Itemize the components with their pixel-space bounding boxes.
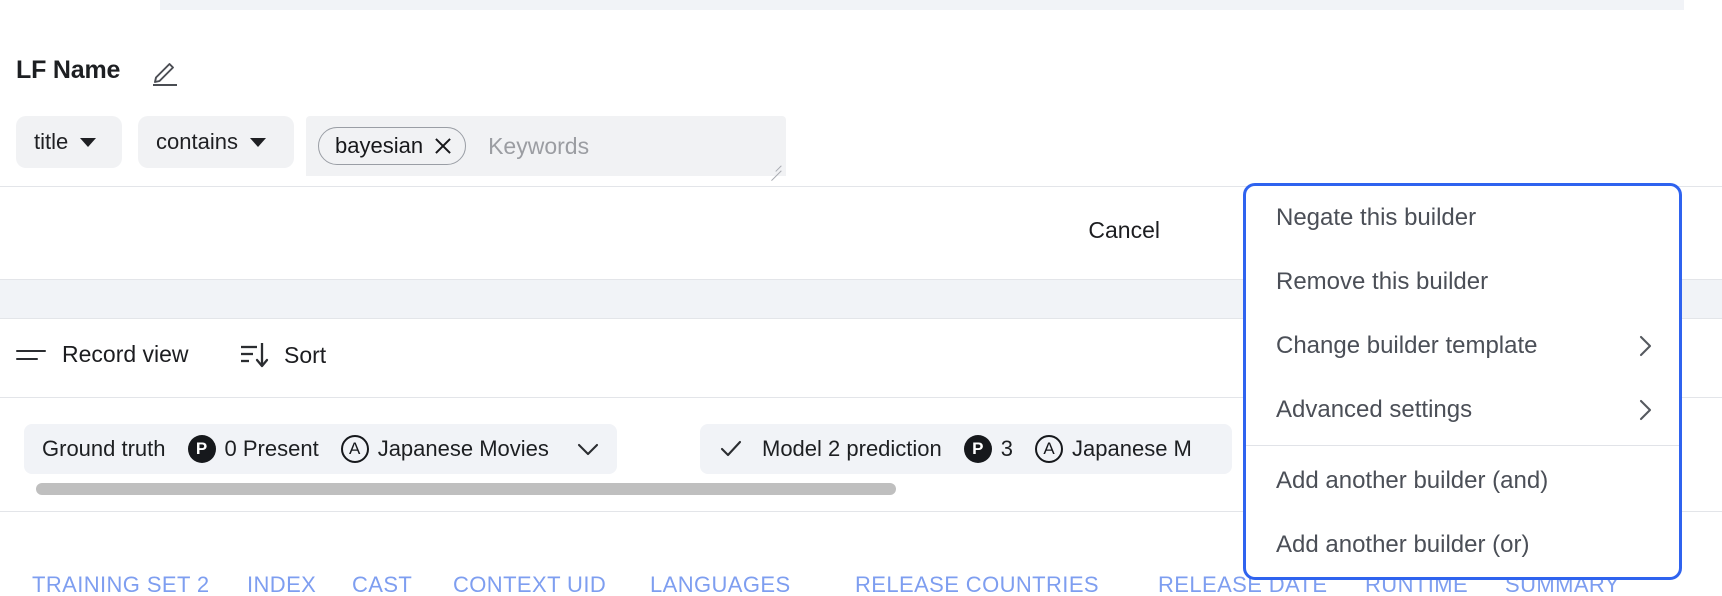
ground-truth-class-value: Japanese Movies: [377, 436, 549, 461]
column-header[interactable]: CAST: [352, 572, 412, 596]
menu-item-negate-this-builder[interactable]: Negate this builder: [1246, 186, 1679, 250]
app-root: LF Name title contains bayesian Keywords: [0, 0, 1722, 596]
keywords-input[interactable]: bayesian Keywords: [306, 116, 786, 181]
record-view-icon: [16, 344, 46, 366]
abstain-badge-icon: A: [1035, 435, 1064, 463]
close-icon[interactable]: [433, 136, 453, 156]
sort-button[interactable]: Sort: [240, 341, 326, 369]
chevron-right-icon: [1638, 334, 1653, 358]
menu-item-label: Add another builder (or): [1276, 531, 1530, 558]
record-view-label: Record view: [62, 341, 189, 367]
column-header[interactable]: LANGUAGES: [650, 572, 791, 596]
column-header[interactable]: CONTEXT UID: [453, 572, 606, 596]
menu-item-advanced-settings[interactable]: Advanced settings: [1246, 378, 1679, 442]
pencil-icon[interactable]: [148, 54, 182, 88]
sort-label: Sort: [284, 341, 327, 368]
record-view-button[interactable]: Record view: [16, 341, 189, 368]
caret-down-icon: [249, 137, 266, 147]
model-2-class-value: Japanese M: [1072, 436, 1192, 461]
keyword-chip-label: bayesian: [335, 133, 424, 158]
builder-context-menu: Negate this builder Remove this builder …: [1243, 183, 1682, 580]
menu-item-add-another-builder-and[interactable]: Add another builder (and): [1246, 449, 1679, 513]
ground-truth-label: Ground truth: [42, 436, 166, 461]
lf-name-header: LF Name: [0, 10, 1722, 102]
menu-item-add-another-builder-or[interactable]: Add another builder (or): [1246, 513, 1679, 577]
operator-select[interactable]: contains: [138, 116, 294, 168]
page-title: LF Name: [16, 56, 121, 84]
caret-down-icon: [80, 137, 97, 147]
horizontal-scrollbar[interactable]: [36, 483, 896, 495]
menu-item-label: Add another builder (and): [1276, 467, 1549, 494]
keywords-placeholder: Keywords: [488, 132, 590, 159]
model-2-prediction-label: Model 2 prediction: [762, 436, 942, 461]
check-icon: [718, 436, 744, 462]
sort-icon: [240, 341, 270, 369]
resize-grip-icon[interactable]: [768, 159, 782, 181]
field-select[interactable]: title: [16, 116, 122, 168]
cancel-button[interactable]: Cancel: [1088, 217, 1160, 244]
menu-separator: [1246, 445, 1679, 446]
model-2-prediction-chip[interactable]: Model 2 prediction P 3 A Japanese M: [700, 424, 1232, 474]
field-select-label: title: [34, 129, 69, 154]
chevron-down-icon[interactable]: [577, 443, 599, 456]
ground-truth-present-value: 0 Present: [224, 436, 319, 461]
menu-item-remove-this-builder[interactable]: Remove this builder: [1246, 250, 1679, 314]
column-header[interactable]: TRAINING SET 2: [32, 572, 210, 596]
abstain-badge-icon: A: [340, 435, 369, 463]
present-badge-icon: P: [187, 435, 216, 463]
operator-select-label: contains: [156, 129, 238, 154]
present-badge-icon: P: [963, 435, 992, 463]
menu-item-label: Remove this builder: [1276, 268, 1489, 295]
chevron-right-icon: [1638, 398, 1653, 422]
menu-item-change-builder-template[interactable]: Change builder template: [1246, 314, 1679, 378]
column-header[interactable]: INDEX: [247, 572, 316, 596]
top-strip: [160, 0, 1722, 10]
top-strip-right-gap: [1684, 0, 1722, 10]
column-header[interactable]: RELEASE COUNTRIES: [855, 572, 1099, 596]
model-2-present-value: 3: [1000, 436, 1014, 461]
menu-item-label: Negate this builder: [1276, 204, 1477, 231]
menu-item-label: Advanced settings: [1276, 396, 1473, 423]
keyword-chip[interactable]: bayesian: [318, 127, 467, 165]
ground-truth-chip[interactable]: Ground truth P 0 Present A Japanese Movi…: [24, 424, 617, 474]
builder-row: title contains bayesian Keywords: [0, 102, 1722, 279]
menu-item-label: Change builder template: [1276, 332, 1538, 359]
